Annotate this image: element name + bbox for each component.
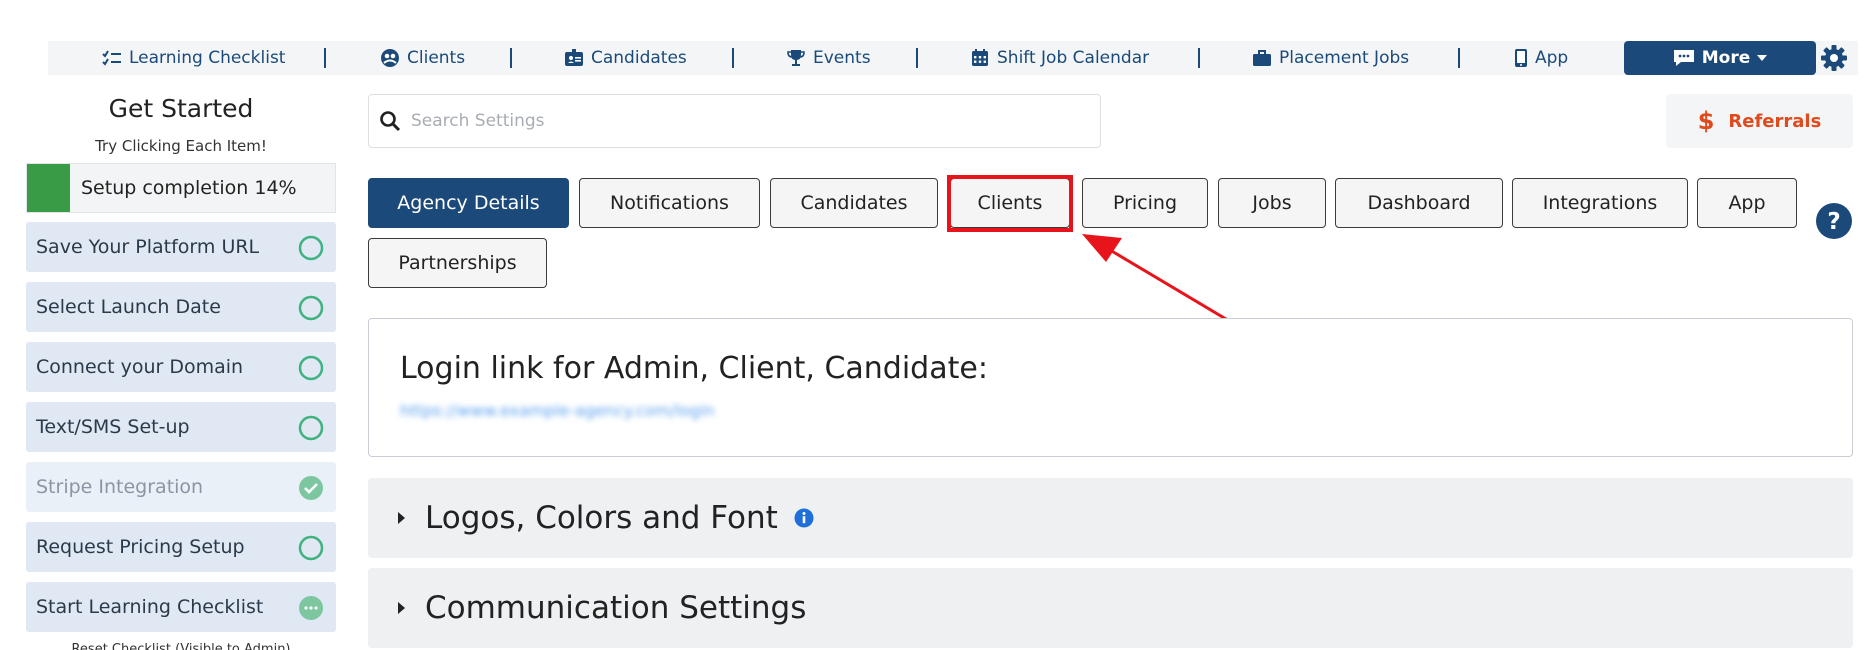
nav-divider: [510, 48, 512, 68]
sidebar-item-launch-date[interactable]: Select Launch Date: [26, 282, 336, 332]
nav-label: Events: [813, 48, 871, 68]
caret-right-icon: [398, 602, 405, 614]
nav-clients[interactable]: Clients: [380, 41, 465, 75]
nav-shift-job-calendar[interactable]: Shift Job Calendar: [970, 41, 1149, 75]
nav-divider: [916, 48, 918, 68]
tab-candidates[interactable]: Candidates: [770, 178, 938, 228]
briefcase-icon: [1253, 50, 1271, 66]
nav-divider: [1198, 48, 1200, 68]
tab-dashboard[interactable]: Dashboard: [1335, 178, 1503, 228]
help-icon[interactable]: ?: [1815, 202, 1853, 240]
chat-icon: [1673, 50, 1694, 66]
sidebar-subtitle: Try Clicking Each Item!: [95, 137, 267, 155]
nav-label: App: [1535, 48, 1569, 68]
tab-partnerships[interactable]: Partnerships: [368, 238, 547, 288]
empty-circle-icon: [298, 235, 324, 261]
sidebar-item-label: Stripe Integration: [36, 476, 204, 498]
svg-text:?: ?: [1827, 209, 1840, 235]
search-input[interactable]: [411, 111, 1061, 131]
sidebar-item-stripe-integration[interactable]: Stripe Integration: [26, 462, 336, 512]
chevron-down-icon: [1757, 55, 1768, 61]
tab-agency-details[interactable]: Agency Details: [368, 178, 569, 228]
tab-pricing[interactable]: Pricing: [1082, 178, 1208, 228]
annotation-highlight-box: [947, 175, 1073, 232]
more-label: More: [1701, 48, 1751, 68]
tab-notifications[interactable]: Notifications: [579, 178, 760, 228]
nav-label: Placement Jobs: [1279, 48, 1410, 68]
progress-label: Setup completion 14%: [81, 177, 297, 199]
dollar-icon: $: [1697, 107, 1715, 135]
nav-label: Learning Checklist: [129, 48, 286, 68]
referrals-button[interactable]: $ Referrals: [1666, 94, 1853, 148]
nav-divider: [1458, 48, 1460, 68]
nav-label: Clients: [407, 48, 466, 68]
setup-progress: Setup completion 14%: [26, 163, 336, 213]
empty-circle-icon: [298, 295, 324, 321]
sidebar-item-platform-url[interactable]: Save Your Platform URL: [26, 222, 336, 272]
nav-app[interactable]: App: [1514, 41, 1568, 75]
sidebar-item-label: Start Learning Checklist: [36, 596, 264, 618]
nav-candidates[interactable]: Candidates: [564, 41, 687, 75]
tab-app[interactable]: App: [1697, 178, 1797, 228]
sidebar-item-sms-setup[interactable]: Text/SMS Set-up: [26, 402, 336, 452]
empty-circle-icon: [298, 355, 324, 381]
sidebar-item-label: Save Your Platform URL: [36, 236, 260, 258]
more-button[interactable]: More: [1624, 41, 1816, 75]
empty-circle-icon: [298, 535, 324, 561]
sidebar-item-label: Request Pricing Setup: [36, 536, 245, 558]
sidebar-item-label: Text/SMS Set-up: [36, 416, 190, 438]
login-link-title: Login link for Admin, Client, Candidate:: [400, 351, 988, 386]
nav-learning-checklist[interactable]: Learning Checklist: [102, 41, 285, 75]
checklist-icon: [102, 50, 121, 66]
nav-label: Candidates: [591, 48, 687, 68]
nav-divider: [732, 48, 734, 68]
referrals-label: Referrals: [1728, 110, 1822, 132]
info-icon[interactable]: [794, 508, 814, 528]
login-link-card: Login link for Admin, Client, Candidate:…: [368, 318, 1853, 457]
sidebar-item-pricing-setup[interactable]: Request Pricing Setup: [26, 522, 336, 572]
caret-right-icon: [398, 512, 405, 524]
nav-events[interactable]: Events: [786, 41, 871, 75]
tab-jobs[interactable]: Jobs: [1218, 178, 1326, 228]
login-link-url[interactable]: https://www.example-agency.com/login: [400, 401, 714, 420]
progress-fill: [27, 164, 70, 212]
sidebar-item-learning-checklist[interactable]: Start Learning Checklist: [26, 582, 336, 632]
clients-icon: [381, 49, 399, 67]
sidebar-item-connect-domain[interactable]: Connect your Domain: [26, 342, 336, 392]
accordion-label: Logos, Colors and Font: [425, 500, 778, 536]
search-icon: [380, 111, 401, 132]
check-circle-icon: [299, 476, 323, 500]
tab-integrations[interactable]: Integrations: [1512, 178, 1688, 228]
accordion-logos-colors-font[interactable]: Logos, Colors and Font: [368, 478, 1853, 558]
phone-icon: [1515, 49, 1527, 67]
sidebar-item-label: Select Launch Date: [36, 296, 221, 318]
nav-divider: [324, 48, 326, 68]
search-box: [368, 94, 1101, 148]
gear-icon[interactable]: [1820, 44, 1848, 72]
trophy-icon: [787, 50, 805, 66]
candidates-icon: [565, 49, 583, 66]
nav-label: Shift Job Calendar: [997, 48, 1150, 68]
accordion-label: Communication Settings: [425, 590, 807, 626]
calendar-icon: [972, 49, 988, 66]
sidebar-item-label: Connect your Domain: [36, 356, 244, 378]
nav-placement-jobs[interactable]: Placement Jobs: [1252, 41, 1409, 75]
sidebar-title: Get Started: [108, 94, 254, 123]
reset-checklist-link[interactable]: Reset Checklist (Visible to Admin): [26, 642, 336, 650]
accordion-communication-settings[interactable]: Communication Settings: [368, 568, 1853, 648]
dots-circle-icon: [299, 596, 323, 620]
top-navigation: Learning Checklist Clients Candidates Ev…: [48, 41, 1858, 75]
empty-circle-icon: [298, 415, 324, 441]
